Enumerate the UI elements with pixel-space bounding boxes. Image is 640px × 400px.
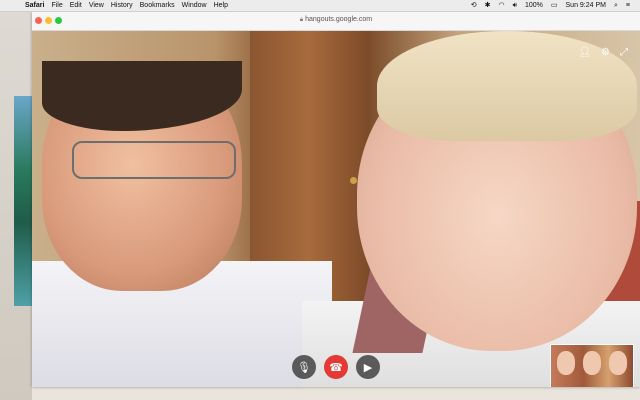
menu-bookmarks[interactable]: Bookmarks [140, 0, 175, 11]
door-knob [350, 177, 357, 184]
battery-percent: 100% [524, 2, 543, 9]
title-bar: 🔒︎ hangouts.google.com [32, 12, 640, 31]
desktop-background [0, 12, 32, 400]
camera-button[interactable]: ▶ [356, 355, 380, 379]
fullscreen-icon[interactable]: ⤢ [620, 48, 628, 58]
self-view-thumbnail[interactable] [550, 344, 634, 387]
menu-edit[interactable]: Edit [70, 0, 82, 11]
status-area: ⟲ ✱ ◠ 🔊︎ 100% ▭ Sun 9:24 PM ⌕ ≡ [471, 0, 630, 11]
menu-view[interactable]: View [89, 0, 104, 11]
search-icon[interactable]: ⌕ [614, 0, 618, 11]
wifi-icon[interactable]: ◠ [498, 0, 504, 11]
menu-file[interactable]: File [51, 0, 62, 11]
bluetooth-icon[interactable]: ✱ [485, 0, 491, 11]
microphone-button[interactable]: 🎙︎ [292, 355, 316, 379]
thumbnail-person-3 [609, 351, 627, 375]
time-machine-icon[interactable]: ⟲ [471, 0, 477, 11]
add-person-icon[interactable]: 👤︎ [578, 48, 591, 58]
thumbnail-person-1 [557, 351, 575, 375]
menu-history[interactable]: History [111, 0, 133, 11]
address-bar[interactable]: 🔒︎ hangouts.google.com [32, 16, 640, 24]
lock-icon: 🔒︎ [299, 17, 304, 23]
man-hair [42, 61, 242, 131]
video-feed: 👤︎ ⚙ ⤢ 🎙︎ ☎︎ ▶ [32, 31, 640, 387]
browser-window: 🔒︎ hangouts.google.com 👤︎ ⚙ ⤢ 🎙︎ ☎︎ ▶ [32, 12, 640, 387]
desktop-wallpaper-tile [14, 96, 32, 306]
man-face [42, 61, 242, 291]
call-top-icons: 👤︎ ⚙ ⤢ [578, 48, 628, 58]
camera-icon: ▶ [363, 361, 373, 374]
hang-up-button[interactable]: ☎︎ [324, 355, 348, 379]
settings-icon[interactable]: ⚙ [601, 48, 610, 58]
menu-help[interactable]: Help [214, 0, 228, 11]
battery-icon[interactable]: ▭ [551, 0, 558, 11]
hang-up-icon: ☎︎ [329, 361, 343, 374]
volume-icon[interactable]: 🔊︎ [513, 0, 517, 11]
microphone-icon: 🎙︎ [297, 361, 311, 374]
url-text: hangouts.google.com [305, 16, 373, 23]
notification-icon[interactable]: ≡ [626, 0, 630, 11]
glasses [72, 141, 236, 179]
menu-window[interactable]: Window [182, 0, 207, 11]
menu-app-name[interactable]: Safari [25, 0, 44, 11]
clock[interactable]: Sun 9:24 PM [566, 0, 606, 11]
call-controls: 🎙︎ ☎︎ ▶ [292, 355, 380, 379]
thumbnail-person-2 [583, 351, 601, 375]
menu-bar: Safari File Edit View History Bookmarks … [0, 0, 640, 12]
